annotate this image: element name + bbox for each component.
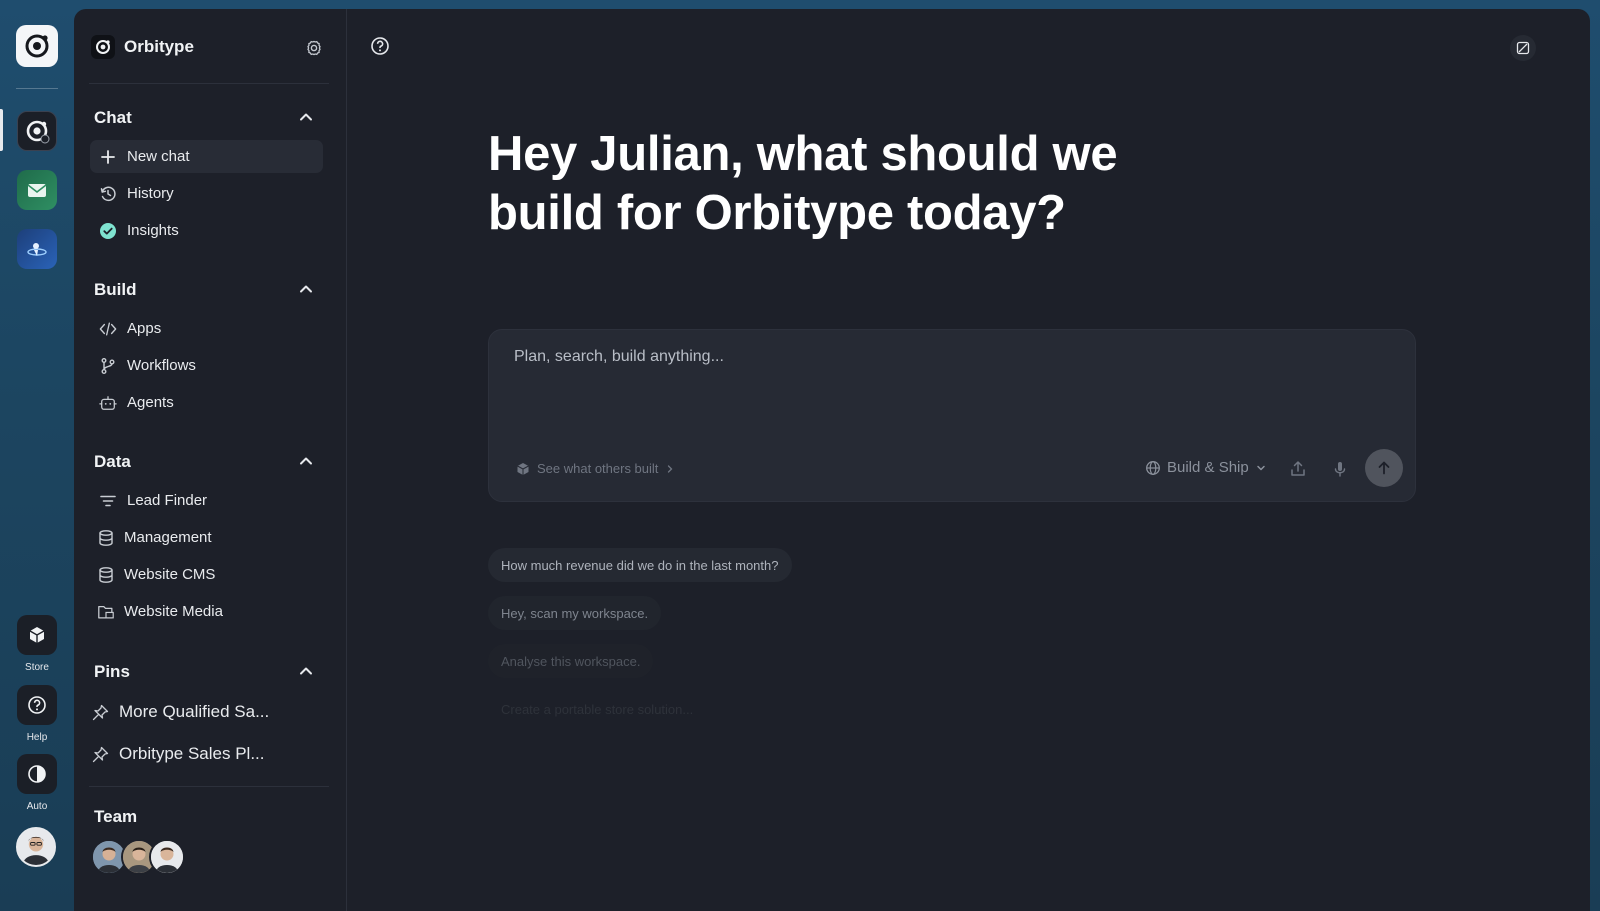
sidebar-item-label: Lead Finder (127, 492, 208, 509)
app-rail: Store Help Auto (0, 0, 74, 911)
cube-icon (29, 627, 45, 643)
contrast-icon (28, 765, 46, 783)
see-others-built-link[interactable]: See what others built (516, 461, 675, 476)
sidebar-item-new-chat[interactable]: New chat (90, 140, 323, 173)
sidebar-item-history[interactable]: History (90, 177, 323, 210)
check-circle-icon (99, 222, 117, 240)
user-avatar[interactable] (16, 827, 56, 867)
history-icon (99, 185, 117, 203)
settings-gear-icon[interactable] (304, 38, 324, 58)
section-title-team: Team (94, 807, 138, 826)
launch-icon (27, 243, 47, 256)
store-label: Store (25, 662, 49, 673)
prompt-input[interactable] (514, 348, 1374, 366)
pin-item[interactable]: Orbitype Sales Pl... (92, 744, 265, 764)
chat-composer: See what others built Build & Ship (488, 329, 1416, 502)
git-branch-icon (99, 357, 117, 375)
sidebar-item-label: New chat (127, 148, 190, 165)
sidebar-item-label: Website CMS (124, 566, 216, 583)
sidebar-item-management[interactable]: Management (90, 521, 323, 554)
pin-icon (92, 704, 109, 721)
brand-logo-icon (91, 35, 115, 59)
app-panel: Orbitype Chat New chat History Insights … (74, 9, 1590, 911)
section-title-chat: Chat (94, 108, 132, 127)
help-icon (28, 696, 46, 714)
rail-app-rocket[interactable] (17, 229, 57, 269)
section-title-data: Data (94, 452, 131, 471)
theme-label: Auto (26, 801, 48, 812)
sidebar-item-apps[interactable]: Apps (90, 312, 323, 345)
sidebar-divider (89, 786, 329, 787)
sidebar-item-workflows[interactable]: Workflows (90, 349, 323, 382)
pin-item-label: More Qualified Sa... (119, 702, 270, 721)
sidebar-item-lead-finder[interactable]: Lead Finder (90, 484, 323, 517)
mail-icon (27, 184, 47, 197)
rail-active-indicator (0, 109, 3, 151)
filter-icon (99, 492, 117, 510)
user-avatar-icon (18, 829, 54, 865)
code-icon (99, 320, 117, 338)
section-title-pins: Pins (94, 662, 130, 681)
sidebar-item-label: Website Media (124, 603, 223, 620)
sidebar-item-agents[interactable]: Agents (90, 386, 323, 419)
plus-icon (99, 148, 117, 166)
folder-image-icon (97, 603, 115, 621)
see-others-label: See what others built (537, 461, 659, 476)
chevron-up-icon[interactable] (296, 451, 316, 471)
sidebar-item-label: History (127, 185, 174, 202)
collapse-panel-button[interactable] (1510, 35, 1536, 61)
orbit-logo-icon (25, 34, 49, 58)
sidebar-item-label: Workflows (127, 357, 196, 374)
microphone-icon[interactable] (1330, 459, 1350, 479)
section-title-build: Build (94, 280, 137, 299)
suggestion-chip[interactable]: Hey, scan my workspace. (488, 596, 662, 630)
help-circle-icon[interactable] (370, 36, 392, 58)
workspace-name: Orbitype (124, 37, 194, 56)
cube-icon (516, 462, 530, 476)
upload-icon[interactable] (1288, 459, 1308, 479)
rail-divider (16, 88, 58, 89)
workspace-brand[interactable]: Orbitype (91, 35, 194, 59)
rail-app-mail[interactable] (17, 170, 57, 210)
sidebar-item-label: Management (124, 529, 212, 546)
database-icon (97, 529, 115, 547)
pin-item[interactable]: More Qualified Sa... (92, 702, 269, 722)
sidebar-divider (89, 83, 329, 84)
team-avatars (91, 839, 191, 875)
sidebar-item-website-cms[interactable]: Website CMS (90, 558, 323, 591)
arrow-up-icon (1378, 461, 1390, 475)
pin-item-label: Orbitype Sales Pl... (119, 744, 265, 763)
orbit-app-icon (26, 120, 50, 144)
team-member-avatar[interactable] (149, 839, 185, 875)
sidebar-item-label: Insights (127, 222, 179, 239)
sidebar-item-label: Agents (127, 394, 174, 411)
sidebar: Orbitype Chat New chat History Insights … (74, 9, 347, 911)
chevron-up-icon[interactable] (296, 661, 316, 681)
database-icon (97, 566, 115, 584)
help-button[interactable] (17, 685, 57, 725)
pin-icon (92, 746, 109, 763)
orbitype-logo[interactable] (16, 25, 58, 67)
store-button[interactable] (17, 615, 57, 655)
theme-toggle-button[interactable] (17, 754, 57, 794)
panel-toggle-icon (1516, 41, 1530, 55)
suggestion-chip[interactable]: Analyse this workspace. (488, 644, 654, 678)
suggestion-chip[interactable]: Create a portable store solution... (488, 692, 706, 726)
suggestion-chip[interactable]: How much revenue did we do in the last m… (488, 548, 792, 582)
robot-icon (99, 394, 117, 412)
chevron-right-icon (665, 464, 675, 474)
rail-app-orbitype[interactable] (17, 111, 57, 151)
chevron-up-icon[interactable] (296, 107, 316, 127)
mode-selector[interactable]: Build & Ship (1145, 459, 1267, 476)
send-button[interactable] (1365, 449, 1403, 487)
greeting-heading: Hey Julian, what should we build for Orb… (488, 127, 1118, 240)
chevron-up-icon[interactable] (296, 279, 316, 299)
globe-icon (1145, 460, 1161, 476)
mode-label: Build & Ship (1167, 459, 1249, 476)
chevron-down-icon (1255, 462, 1267, 474)
help-label: Help (26, 732, 48, 743)
sidebar-item-insights[interactable]: Insights (90, 214, 323, 247)
sidebar-item-label: Apps (127, 320, 162, 337)
sidebar-item-website-media[interactable]: Website Media (90, 595, 323, 628)
